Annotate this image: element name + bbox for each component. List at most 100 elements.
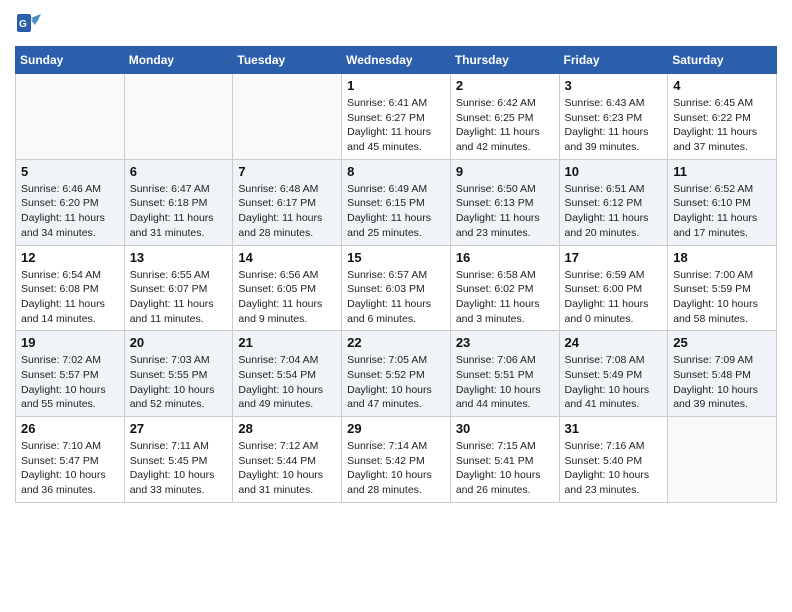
calendar-cell: 5 Sunrise: 6:46 AM Sunset: 6:20 PM Daylig… xyxy=(16,159,125,245)
calendar-cell: 25 Sunrise: 7:09 AM Sunset: 5:48 PM Dayli… xyxy=(668,331,777,417)
calendar-cell: 29 Sunrise: 7:14 AM Sunset: 5:42 PM Dayli… xyxy=(342,417,451,503)
calendar-cell: 22 Sunrise: 7:05 AM Sunset: 5:52 PM Dayli… xyxy=(342,331,451,417)
logo-icon: G xyxy=(15,10,43,38)
day-number: 2 xyxy=(456,78,554,93)
day-number: 17 xyxy=(565,250,663,265)
logo: G xyxy=(15,10,45,38)
day-number: 23 xyxy=(456,335,554,350)
day-info: Sunrise: 6:59 AM Sunset: 6:00 PM Dayligh… xyxy=(565,268,663,327)
calendar-cell: 1 Sunrise: 6:41 AM Sunset: 6:27 PM Daylig… xyxy=(342,74,451,160)
day-number: 29 xyxy=(347,421,445,436)
svg-text:G: G xyxy=(19,19,27,30)
calendar-cell: 24 Sunrise: 7:08 AM Sunset: 5:49 PM Dayli… xyxy=(559,331,668,417)
calendar-cell: 11 Sunrise: 6:52 AM Sunset: 6:10 PM Dayli… xyxy=(668,159,777,245)
calendar-cell: 18Sunrise: 7:00 AM Sunset: 5:59 PM Dayli… xyxy=(668,245,777,331)
calendar-cell: 21 Sunrise: 7:04 AM Sunset: 5:54 PM Dayli… xyxy=(233,331,342,417)
day-info: Sunrise: 7:06 AM Sunset: 5:51 PM Dayligh… xyxy=(456,353,554,412)
day-info: Sunrise: 6:58 AM Sunset: 6:02 PM Dayligh… xyxy=(456,268,554,327)
day-number: 3 xyxy=(565,78,663,93)
header-day-monday: Monday xyxy=(124,47,233,74)
day-number: 28 xyxy=(238,421,336,436)
calendar-table: SundayMondayTuesdayWednesdayThursdayFrid… xyxy=(15,46,777,503)
day-number: 11 xyxy=(673,164,771,179)
calendar-cell: 15 Sunrise: 6:57 AM Sunset: 6:03 PM Dayli… xyxy=(342,245,451,331)
day-number: 22 xyxy=(347,335,445,350)
day-info: Sunrise: 6:55 AM Sunset: 6:07 PM Dayligh… xyxy=(130,268,228,327)
day-info: Sunrise: 7:12 AM Sunset: 5:44 PM Dayligh… xyxy=(238,439,336,498)
header: G xyxy=(15,10,777,38)
calendar-cell: 27Sunrise: 7:11 AM Sunset: 5:45 PM Dayli… xyxy=(124,417,233,503)
day-number: 18 xyxy=(673,250,771,265)
calendar-cell xyxy=(233,74,342,160)
week-row-2: 5 Sunrise: 6:46 AM Sunset: 6:20 PM Daylig… xyxy=(16,159,777,245)
calendar-cell: 26 Sunrise: 7:10 AM Sunset: 5:47 PM Dayli… xyxy=(16,417,125,503)
day-info: Sunrise: 7:02 AM Sunset: 5:57 PM Dayligh… xyxy=(21,353,119,412)
day-info: Sunrise: 6:50 AM Sunset: 6:13 PM Dayligh… xyxy=(456,182,554,241)
day-number: 8 xyxy=(347,164,445,179)
header-day-tuesday: Tuesday xyxy=(233,47,342,74)
week-row-3: 12 Sunrise: 6:54 AM Sunset: 6:08 PM Dayli… xyxy=(16,245,777,331)
day-number: 10 xyxy=(565,164,663,179)
calendar-cell: 19Sunrise: 7:02 AM Sunset: 5:57 PM Dayli… xyxy=(16,331,125,417)
calendar-cell xyxy=(668,417,777,503)
day-number: 12 xyxy=(21,250,119,265)
week-row-4: 19Sunrise: 7:02 AM Sunset: 5:57 PM Dayli… xyxy=(16,331,777,417)
day-info: Sunrise: 6:42 AM Sunset: 6:25 PM Dayligh… xyxy=(456,96,554,155)
day-info: Sunrise: 6:54 AM Sunset: 6:08 PM Dayligh… xyxy=(21,268,119,327)
week-row-1: 1 Sunrise: 6:41 AM Sunset: 6:27 PM Daylig… xyxy=(16,74,777,160)
calendar-cell: 30 Sunrise: 7:15 AM Sunset: 5:41 PM Dayli… xyxy=(450,417,559,503)
day-number: 1 xyxy=(347,78,445,93)
calendar-cell: 6Sunrise: 6:47 AM Sunset: 6:18 PM Daylig… xyxy=(124,159,233,245)
calendar-cell: 4 Sunrise: 6:45 AM Sunset: 6:22 PM Daylig… xyxy=(668,74,777,160)
day-number: 25 xyxy=(673,335,771,350)
day-info: Sunrise: 7:09 AM Sunset: 5:48 PM Dayligh… xyxy=(673,353,771,412)
day-number: 7 xyxy=(238,164,336,179)
calendar-cell: 20Sunrise: 7:03 AM Sunset: 5:55 PM Dayli… xyxy=(124,331,233,417)
page-container: G SundayMondayTuesdayWednesdayThursdayFr… xyxy=(0,0,792,513)
day-info: Sunrise: 6:52 AM Sunset: 6:10 PM Dayligh… xyxy=(673,182,771,241)
day-number: 4 xyxy=(673,78,771,93)
calendar-cell: 14 Sunrise: 6:56 AM Sunset: 6:05 PM Dayli… xyxy=(233,245,342,331)
calendar-cell: 16Sunrise: 6:58 AM Sunset: 6:02 PM Dayli… xyxy=(450,245,559,331)
calendar-cell: 7 Sunrise: 6:48 AM Sunset: 6:17 PM Daylig… xyxy=(233,159,342,245)
calendar-cell: 8Sunrise: 6:49 AM Sunset: 6:15 PM Daylig… xyxy=(342,159,451,245)
day-number: 5 xyxy=(21,164,119,179)
day-info: Sunrise: 6:48 AM Sunset: 6:17 PM Dayligh… xyxy=(238,182,336,241)
day-info: Sunrise: 7:15 AM Sunset: 5:41 PM Dayligh… xyxy=(456,439,554,498)
day-info: Sunrise: 6:45 AM Sunset: 6:22 PM Dayligh… xyxy=(673,96,771,155)
day-number: 30 xyxy=(456,421,554,436)
header-day-saturday: Saturday xyxy=(668,47,777,74)
day-info: Sunrise: 7:08 AM Sunset: 5:49 PM Dayligh… xyxy=(565,353,663,412)
day-number: 13 xyxy=(130,250,228,265)
day-info: Sunrise: 6:51 AM Sunset: 6:12 PM Dayligh… xyxy=(565,182,663,241)
calendar-cell: 2 Sunrise: 6:42 AM Sunset: 6:25 PM Daylig… xyxy=(450,74,559,160)
day-number: 21 xyxy=(238,335,336,350)
day-info: Sunrise: 7:14 AM Sunset: 5:42 PM Dayligh… xyxy=(347,439,445,498)
day-number: 14 xyxy=(238,250,336,265)
header-day-friday: Friday xyxy=(559,47,668,74)
calendar-cell: 23 Sunrise: 7:06 AM Sunset: 5:51 PM Dayli… xyxy=(450,331,559,417)
header-day-sunday: Sunday xyxy=(16,47,125,74)
day-info: Sunrise: 6:57 AM Sunset: 6:03 PM Dayligh… xyxy=(347,268,445,327)
day-info: Sunrise: 6:43 AM Sunset: 6:23 PM Dayligh… xyxy=(565,96,663,155)
day-info: Sunrise: 6:41 AM Sunset: 6:27 PM Dayligh… xyxy=(347,96,445,155)
day-info: Sunrise: 6:46 AM Sunset: 6:20 PM Dayligh… xyxy=(21,182,119,241)
day-info: Sunrise: 7:05 AM Sunset: 5:52 PM Dayligh… xyxy=(347,353,445,412)
calendar-cell xyxy=(16,74,125,160)
day-number: 6 xyxy=(130,164,228,179)
day-info: Sunrise: 7:04 AM Sunset: 5:54 PM Dayligh… xyxy=(238,353,336,412)
day-info: Sunrise: 7:10 AM Sunset: 5:47 PM Dayligh… xyxy=(21,439,119,498)
day-number: 27 xyxy=(130,421,228,436)
calendar-cell: 10 Sunrise: 6:51 AM Sunset: 6:12 PM Dayli… xyxy=(559,159,668,245)
week-row-5: 26 Sunrise: 7:10 AM Sunset: 5:47 PM Dayli… xyxy=(16,417,777,503)
calendar-cell: 31Sunrise: 7:16 AM Sunset: 5:40 PM Dayli… xyxy=(559,417,668,503)
day-number: 26 xyxy=(21,421,119,436)
calendar-cell: 28 Sunrise: 7:12 AM Sunset: 5:44 PM Dayli… xyxy=(233,417,342,503)
header-row: SundayMondayTuesdayWednesdayThursdayFrid… xyxy=(16,47,777,74)
header-day-wednesday: Wednesday xyxy=(342,47,451,74)
header-day-thursday: Thursday xyxy=(450,47,559,74)
day-number: 24 xyxy=(565,335,663,350)
day-info: Sunrise: 6:56 AM Sunset: 6:05 PM Dayligh… xyxy=(238,268,336,327)
day-number: 15 xyxy=(347,250,445,265)
calendar-cell: 13 Sunrise: 6:55 AM Sunset: 6:07 PM Dayli… xyxy=(124,245,233,331)
